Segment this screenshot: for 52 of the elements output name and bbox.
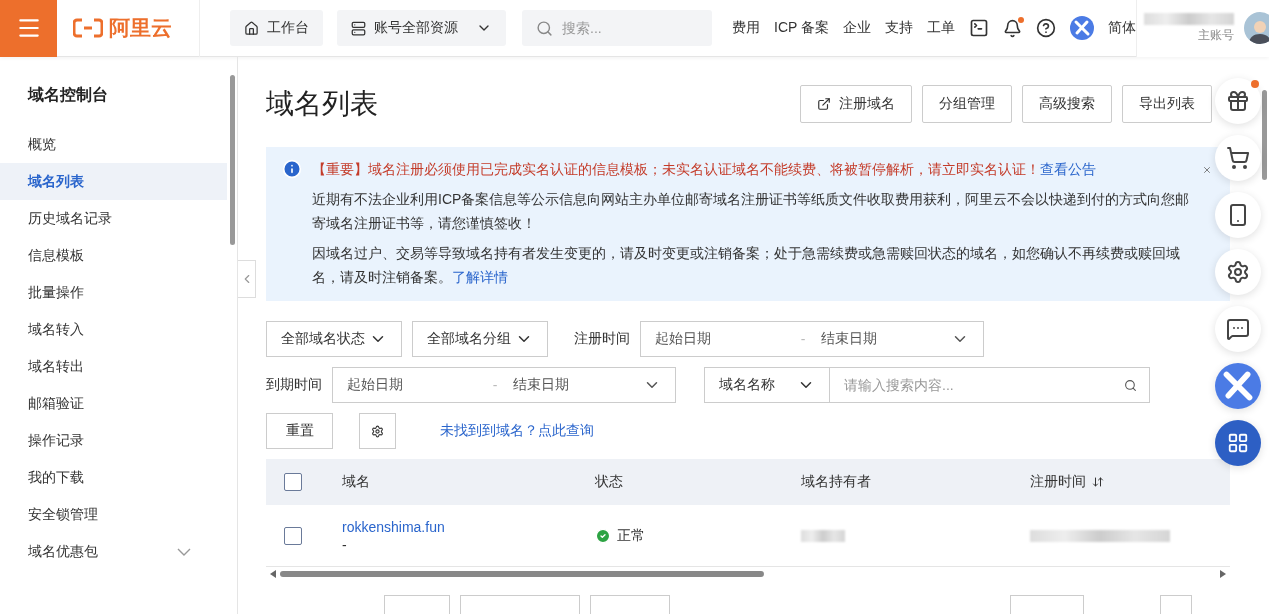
field-select[interactable]: 域名名称 [704, 367, 830, 403]
status-select[interactable]: 全部域名状态 [266, 321, 402, 357]
group-select[interactable]: 全部域名分组 [412, 321, 548, 357]
domain-link[interactable]: rokkenshima.fun [342, 518, 595, 535]
account-panel[interactable]: 主账号 [1136, 0, 1269, 57]
notice-headline: 【重要】域名注册必须使用已完成实名认证的信息模板；未实名认证域名不能续费、将被暂停解析，请立即实名认证！查看公告 [312, 160, 1097, 179]
page-title: 域名列表 [266, 87, 378, 121]
column-header: 注册时间 [1030, 473, 1230, 491]
search-input[interactable]: 请输入搜索内容... [842, 370, 1092, 400]
column-header: 域名 [342, 473, 371, 491]
sidebar-item[interactable]: 历史域名记录 [0, 200, 227, 237]
filter-label: 注册时间 [574, 330, 630, 348]
search-field[interactable]: 搜索... [522, 10, 712, 46]
nav-link[interactable]: ICP 备案 [774, 19, 829, 37]
sidebar-title: 域名控制台 [26, 85, 109, 105]
column-header: 域名持有者 [801, 473, 872, 491]
notice-paragraph: 近期有不法企业利用ICP备案信息等公示信息向网站主办单位邮寄域名注册证书等纸质文件收取费用获利，阿里云不会以快递到付的方式向您邮寄域名注册证书等，请您谨慎签收！ [312, 190, 1191, 233]
table-cell-text: - [342, 536, 348, 553]
nav-link[interactable]: 企业 [843, 19, 871, 37]
resources-dropdown[interactable]: 账号全部资源 [337, 10, 506, 46]
sidebar-item[interactable]: 概览 [0, 126, 227, 163]
action-button[interactable]: 高级搜索 [1022, 85, 1112, 123]
sidebar-item[interactable]: 域名转出 [0, 348, 227, 385]
account-role: 主账号 [1198, 26, 1234, 44]
sidebar-item[interactable]: 我的下载 [0, 459, 227, 496]
sidebar-item[interactable]: 操作记录 [0, 422, 227, 459]
nav-link[interactable]: 工单 [927, 19, 955, 37]
language-link[interactable]: 简体 [1108, 19, 1136, 37]
sidebar-item[interactable]: 域名列表 [0, 163, 227, 200]
sidebar-item[interactable]: 批量操作 [0, 274, 227, 311]
search-field[interactable]: 请输入搜索内容... [830, 367, 1150, 403]
notice-link[interactable]: 查看公告 [1040, 161, 1096, 177]
reset-button[interactable]: 重置 [266, 413, 333, 449]
column-header: 状态 [595, 473, 624, 491]
sidebar-item[interactable]: 域名转入 [0, 311, 227, 348]
action-button[interactable]: 分组管理 [922, 85, 1012, 123]
nav-link[interactable]: 费用 [732, 19, 760, 37]
filter-label: 到期时间 [266, 376, 322, 394]
sidebar-item[interactable]: 安全锁管理 [0, 496, 227, 533]
action-button[interactable]: 注册域名 [800, 85, 912, 123]
sidebar-item[interactable]: 信息模板 [0, 237, 227, 274]
details-link[interactable]: 了解详情 [452, 269, 508, 285]
workbench-button[interactable]: 工作台 [230, 10, 323, 46]
nav-link[interactable]: 支持 [885, 19, 913, 37]
date-range-field[interactable]: 起始日期 - 结束日期 [640, 321, 984, 357]
sidebar-item[interactable]: 域名优惠包 [0, 533, 227, 570]
action-button[interactable]: 导出列表 [1122, 85, 1212, 123]
status-cell: 正常 [595, 526, 801, 545]
date-range-field[interactable]: 起始日期 - 结束日期 [332, 367, 676, 403]
notice-paragraph: 因域名过户、交易等导致域名持有者发生变更的，请及时变更或注销备案；处于急需续费或急需赎回状态的域名，如您确认不再续费或赎回域名，请及时注销备案。了解详情 [312, 244, 1181, 287]
sidebar-item[interactable]: 邮箱验证 [0, 385, 227, 422]
query-link[interactable]: 未找到到域名？点此查询 [440, 422, 594, 440]
